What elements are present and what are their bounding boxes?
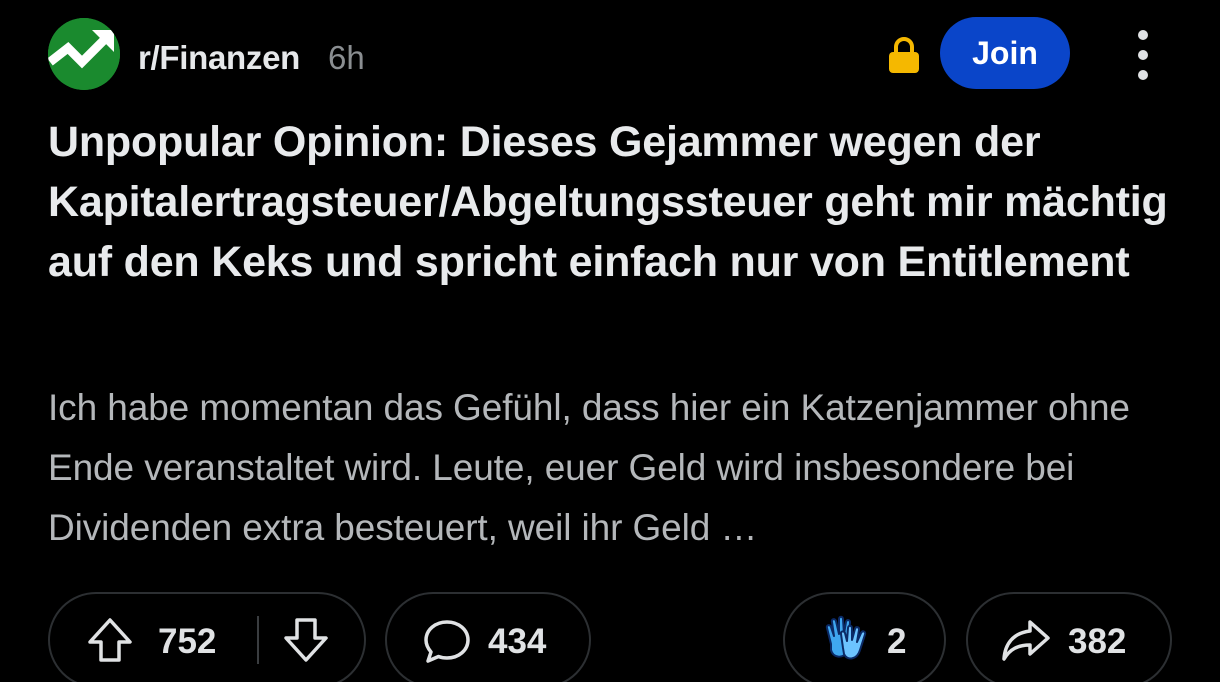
vote-divider: [257, 616, 259, 664]
share-button[interactable]: 382: [966, 592, 1172, 682]
comment-count: 434: [488, 622, 547, 661]
upvote-arrow-icon[interactable]: [86, 616, 134, 664]
vote-bar: 752: [48, 592, 366, 682]
comments-button[interactable]: 434: [385, 592, 591, 682]
more-options-icon[interactable]: [1128, 27, 1158, 83]
clapping-hands-icon: [825, 615, 867, 660]
award-button[interactable]: 2: [783, 592, 946, 682]
post-body-preview[interactable]: Ich habe momentan das Gefühl, dass hier …: [48, 378, 1188, 558]
lock-icon: [889, 37, 919, 73]
subreddit-name[interactable]: r/Finanzen: [138, 39, 300, 77]
post-header: r/Finanzen 6h Join: [48, 17, 1173, 91]
share-arrow-icon: [1002, 620, 1050, 661]
award-count: 2: [887, 622, 907, 661]
comment-bubble-icon: [424, 620, 470, 663]
share-count: 382: [1068, 622, 1127, 661]
post-title[interactable]: Unpopular Opinion: Dieses Gejammer wegen…: [48, 112, 1178, 292]
vote-count: 752: [158, 622, 217, 661]
downvote-arrow-icon[interactable]: [282, 616, 330, 664]
subreddit-avatar[interactable]: [48, 18, 120, 90]
stocks-up-arrow-icon: [48, 18, 120, 90]
join-button[interactable]: Join: [940, 17, 1070, 89]
post-age: 6h: [328, 39, 365, 76]
